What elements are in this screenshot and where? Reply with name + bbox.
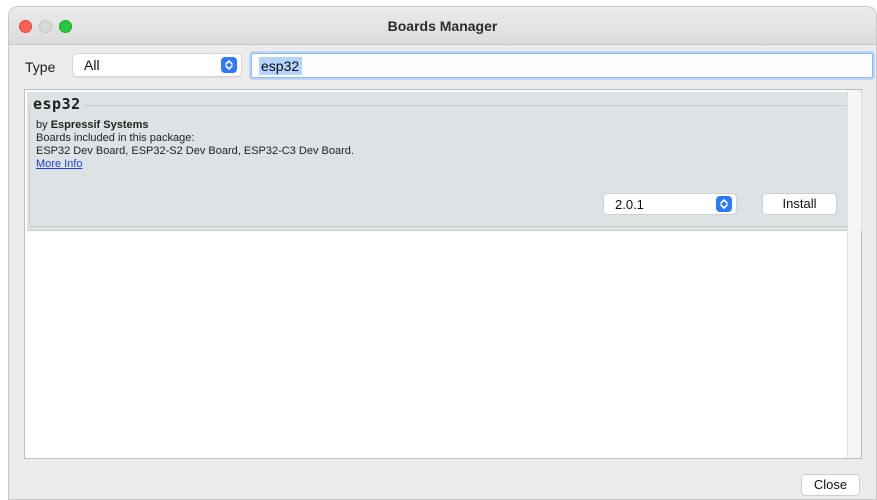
up-down-chevron-icon (221, 57, 237, 73)
version-dropdown[interactable]: 2.0.1 (603, 193, 737, 215)
package-item[interactable]: esp32 by Espressif Systems Boards includ… (27, 92, 862, 231)
version-dropdown-value: 2.0.1 (615, 197, 644, 212)
boards-list: ESP32 Dev Board, ESP32-S2 Dev Board, ESP… (36, 145, 354, 157)
install-button[interactable]: Install (762, 193, 837, 215)
up-down-chevron-icon (716, 196, 732, 212)
window-title: Boards Manager (387, 18, 498, 34)
package-details: by Espressif Systems Boards included in … (36, 119, 354, 171)
package-list[interactable]: esp32 by Espressif Systems Boards includ… (24, 89, 862, 459)
type-dropdown[interactable]: All (72, 53, 242, 77)
type-label: Type (25, 59, 56, 75)
search-input-text: esp32 (259, 57, 303, 75)
more-info-link[interactable]: More Info (36, 158, 82, 170)
vertical-scrollbar[interactable] (847, 90, 861, 458)
boards-manager-window: Boards Manager Type All esp32 esp32 by E… (8, 6, 877, 500)
package-author: Espressif Systems (50, 119, 149, 131)
title-bar: Boards Manager (9, 7, 876, 45)
boards-heading: Boards included in this package: (36, 132, 195, 144)
search-input[interactable]: esp32 (251, 53, 873, 78)
package-author-line: by Espressif Systems (36, 119, 354, 132)
author-prefix: by (36, 119, 48, 131)
package-name: esp32 (31, 95, 83, 113)
close-button[interactable]: Close (801, 474, 860, 496)
type-dropdown-value: All (84, 57, 100, 73)
